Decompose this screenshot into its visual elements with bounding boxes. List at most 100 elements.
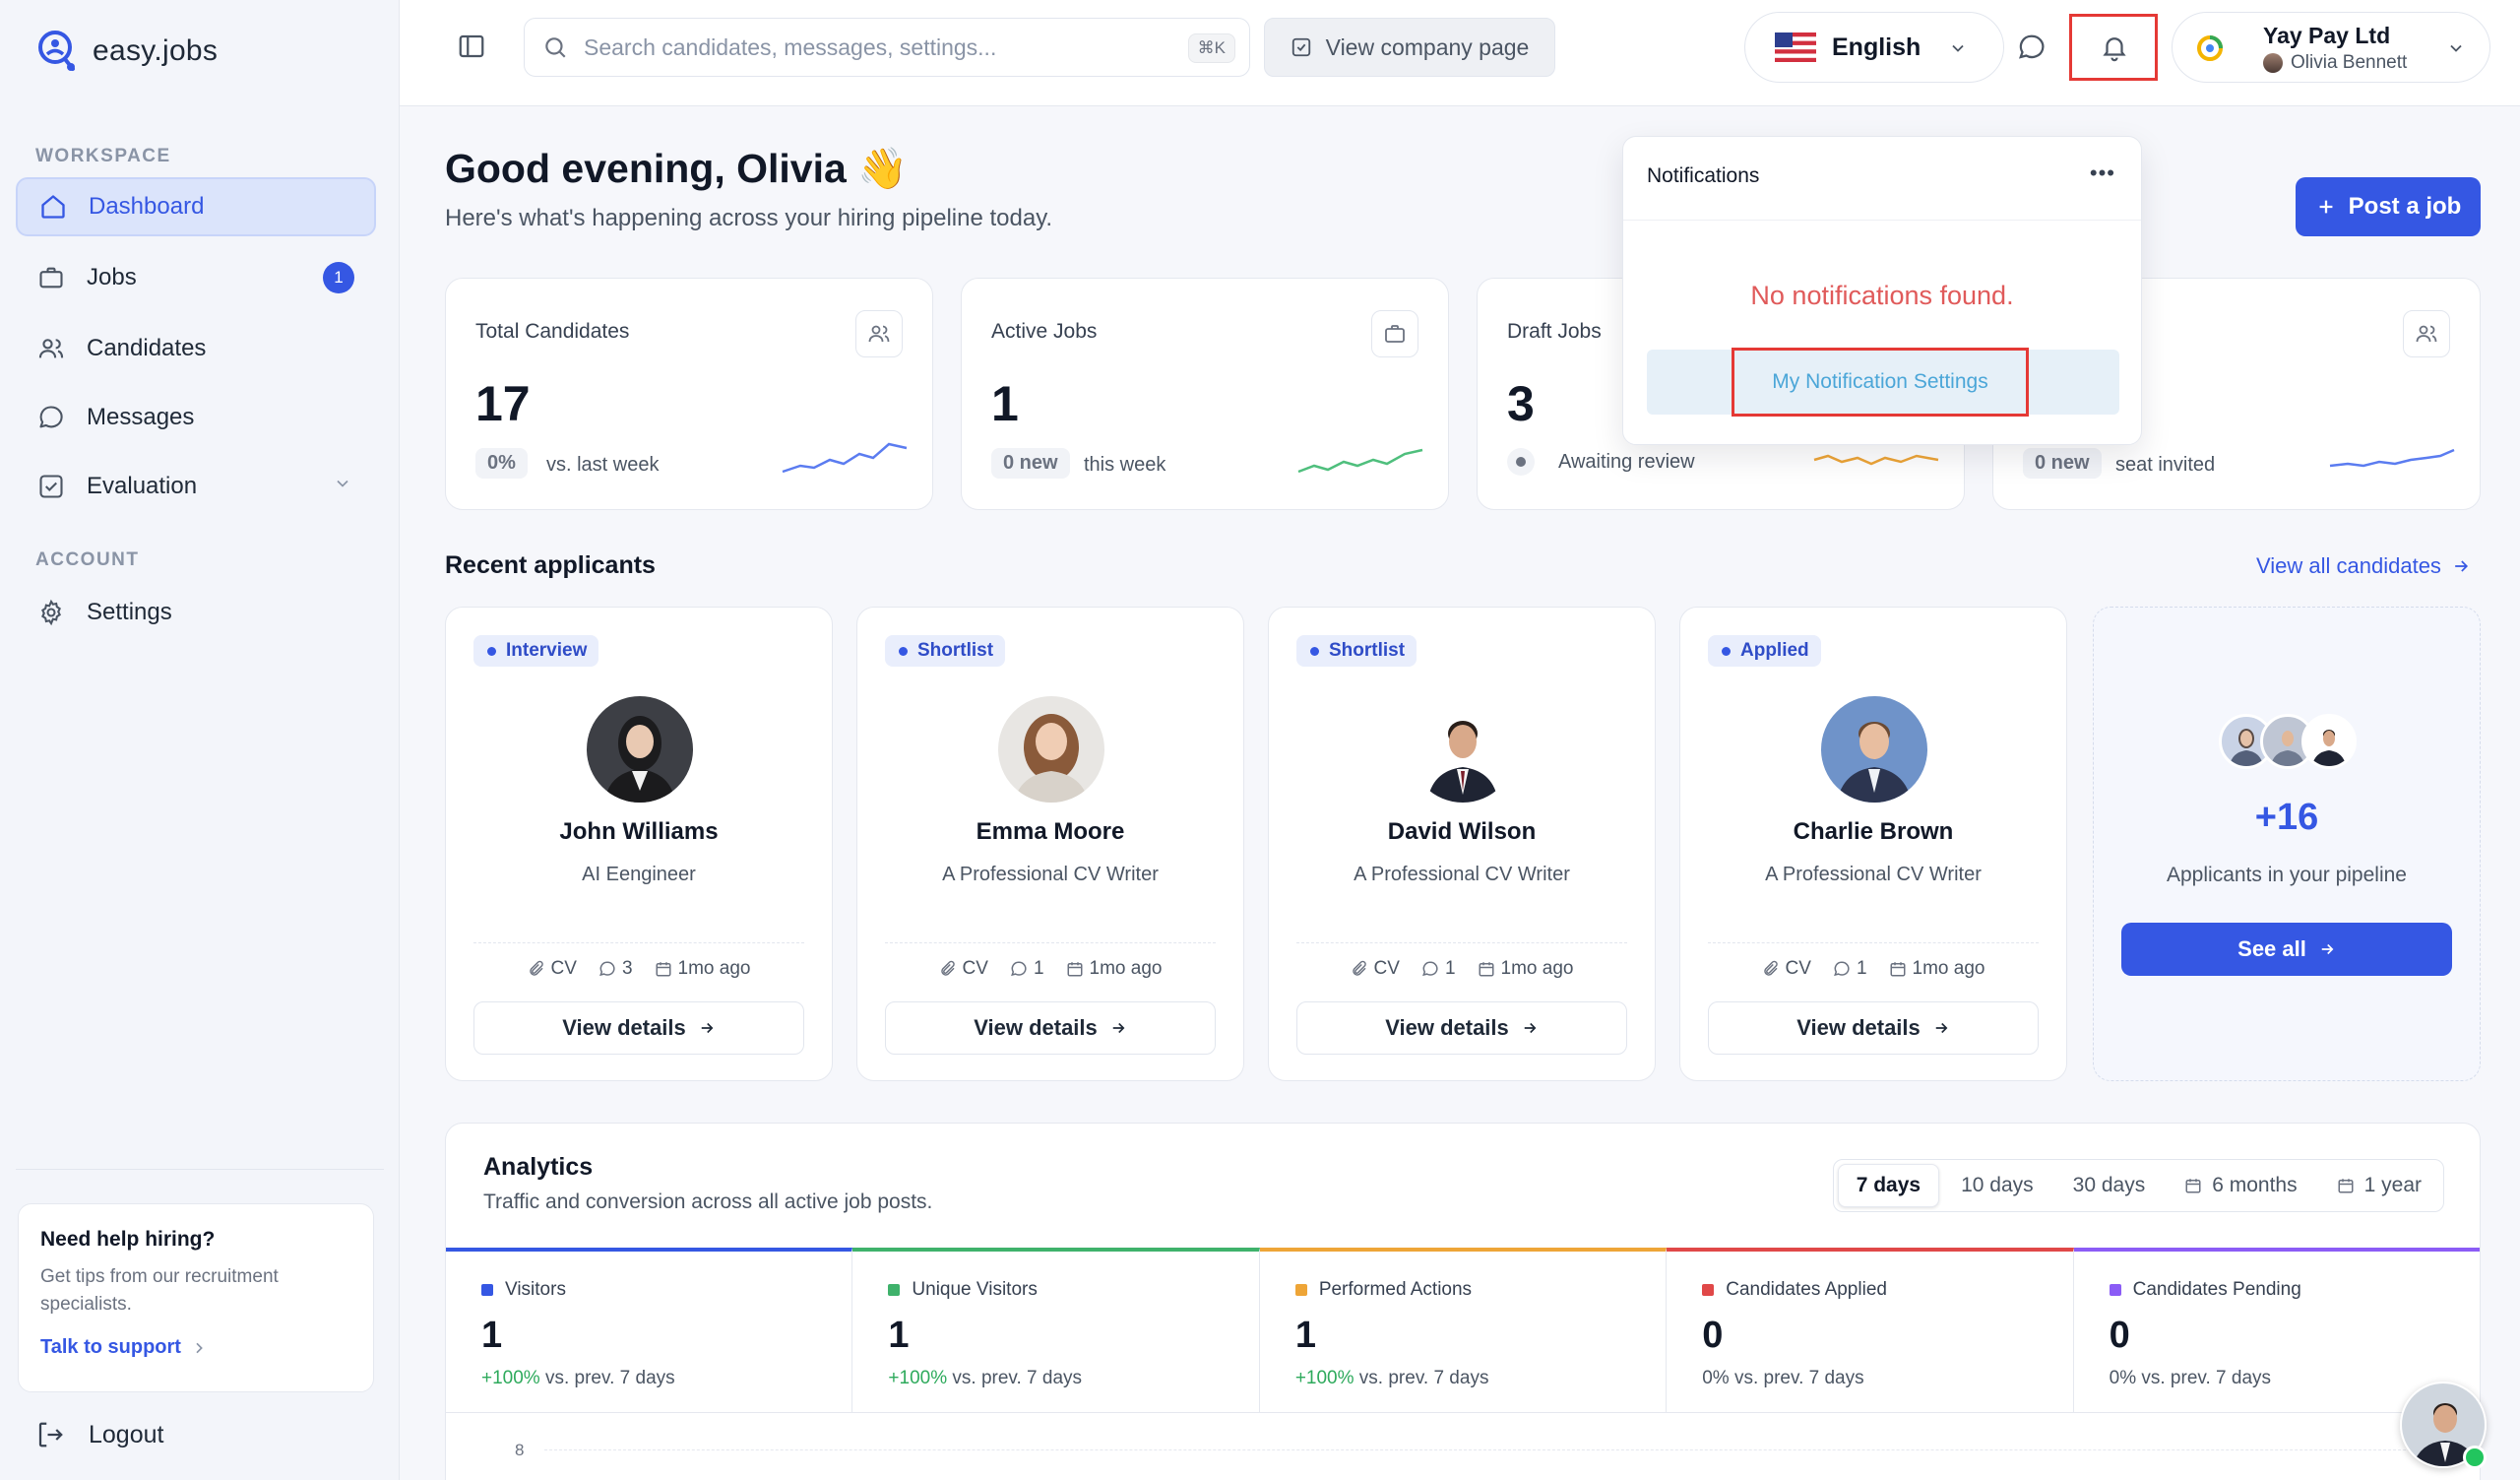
topbar: ⌘K View company page English Yay Pay Ltd…: [400, 0, 2520, 106]
sidebar-item-label: Dashboard: [89, 193, 205, 220]
range-1-year[interactable]: 1 year: [2319, 1164, 2439, 1207]
range-6-months[interactable]: 6 months: [2167, 1164, 2314, 1207]
stat-card-active-jobs: Active Jobs 1 0 new this week: [961, 278, 1449, 510]
range-30-days[interactable]: 30 days: [2055, 1164, 2164, 1207]
calendar-icon: [656, 962, 671, 977]
post-job-button[interactable]: Post a job: [2296, 177, 2481, 236]
applied-time: 1mo ago: [1066, 958, 1162, 980]
calendar-icon: [1479, 962, 1494, 977]
sidebar-toggle-button[interactable]: [457, 32, 486, 66]
notifications-popover: Notifications ••• No notifications found…: [1622, 136, 2142, 445]
comment-icon: [1422, 961, 1438, 977]
applicant-meta: CV 1 1mo ago: [1680, 958, 2066, 980]
view-details-button[interactable]: View details: [473, 1001, 804, 1055]
cv-attachment[interactable]: CV: [939, 958, 988, 980]
stat-note: Awaiting review: [1558, 451, 1695, 473]
applied-time-label: 1mo ago: [1912, 958, 1985, 979]
applicant-name: John Williams: [559, 818, 719, 845]
view-company-page-button[interactable]: View company page: [1264, 18, 1555, 77]
sidebar-item-settings[interactable]: Settings: [16, 583, 376, 642]
search-input[interactable]: [584, 33, 1174, 61]
cv-attachment[interactable]: CV: [528, 958, 577, 980]
status-label: Applied: [1740, 640, 1809, 661]
stat-label: Active Jobs: [991, 320, 1098, 343]
sidebar-item-jobs[interactable]: Jobs 1: [16, 248, 376, 307]
applicant-card: Shortlist Emma Moore A Professional CV W…: [856, 607, 1244, 1081]
applicant-card: Shortlist David Wilson A Professional CV…: [1268, 607, 1656, 1081]
avatar: [587, 696, 693, 803]
metric-change-note: vs. prev. 7 days: [1358, 1368, 1489, 1388]
notification-settings-row: My Notification Settings: [1647, 348, 2119, 417]
sidebar-item-evaluation[interactable]: Evaluation: [16, 457, 376, 516]
metric-label-text: Visitors: [505, 1279, 566, 1300]
account-switcher[interactable]: Yay Pay Ltd Olivia Bennett: [2172, 12, 2490, 83]
view-details-button[interactable]: View details: [885, 1001, 1216, 1055]
metric-change-value: +100%: [481, 1368, 540, 1388]
analytics-panel: Analytics Traffic and conversion across …: [445, 1123, 2481, 1480]
talk-to-support-link[interactable]: Talk to support: [40, 1336, 351, 1359]
jobs-count-badge: 1: [323, 262, 354, 293]
range-label: 1 year: [2363, 1174, 2422, 1196]
cv-attachment[interactable]: CV: [1351, 958, 1400, 980]
page-subtitle: Here's what's happening across your hiri…: [445, 205, 1053, 231]
logo-icon: [38, 31, 75, 71]
range-10-days[interactable]: 10 days: [1943, 1164, 2051, 1207]
help-title: Need help hiring?: [40, 1228, 216, 1251]
avatar: [1821, 696, 1927, 803]
user-name-label: Olivia Bennett: [2291, 52, 2408, 73]
metric-value: 0: [1702, 1315, 1724, 1356]
applied-time: 1mo ago: [1478, 958, 1573, 980]
logo[interactable]: easy.jobs: [33, 28, 218, 75]
metric-label-text: Candidates Applied: [1726, 1279, 1887, 1300]
sidebar-item-messages[interactable]: Messages: [16, 388, 376, 447]
metric-label: Candidates Applied: [1702, 1279, 1887, 1301]
sidebar-item-label: Messages: [87, 404, 195, 430]
view-details-button[interactable]: View details: [1708, 1001, 2039, 1055]
sidebar-toggle-icon: [459, 34, 484, 58]
notifications-button[interactable]: [2069, 14, 2158, 81]
empty-notifications-message: No notifications found.: [1750, 281, 2014, 310]
view-details-label: View details: [1796, 1015, 1921, 1040]
talk-to-support-label: Talk to support: [40, 1336, 181, 1358]
workspace-label: WORKSPACE: [35, 146, 171, 166]
chart-axis-tick: 8: [515, 1441, 525, 1459]
status-badge: Shortlist: [1296, 635, 1418, 667]
us-flag-icon: [1775, 32, 1816, 62]
more-options-button[interactable]: •••: [2090, 161, 2115, 186]
divider: [473, 942, 804, 943]
sidebar-item-candidates[interactable]: Candidates: [16, 319, 376, 378]
arrow-right-icon: [2455, 560, 2468, 572]
sidebar-item-label: Evaluation: [87, 473, 198, 499]
comment-icon: [1834, 961, 1850, 977]
pipeline-card: +16 Applicants in your pipeline See all: [2093, 607, 2481, 1081]
message-icon: [35, 402, 67, 433]
brand-name: easy.jobs: [93, 34, 219, 67]
logout-button[interactable]: Logout: [35, 1420, 163, 1449]
cv-attachment[interactable]: CV: [1762, 958, 1811, 980]
stat-label: Draft Jobs: [1507, 320, 1602, 343]
sparkline: [2329, 448, 2455, 468]
applicant-name: Emma Moore: [976, 818, 1125, 845]
chart-gridline: [544, 1449, 2450, 1450]
metric-visitors: Visitors 1 +100% vs. prev. 7 days: [446, 1248, 853, 1412]
applicant-card: Interview John Williams AI Eengineer CV …: [445, 607, 833, 1081]
see-all-button[interactable]: See all: [2121, 923, 2452, 976]
online-status-dot: [2463, 1446, 2487, 1469]
range-7-days[interactable]: 7 days: [1837, 1164, 1940, 1207]
view-all-candidates-link[interactable]: View all candidates: [2256, 553, 2471, 579]
paperclip-icon: [1763, 960, 1778, 976]
notifications-title: Notifications: [1647, 164, 1760, 187]
messages-button[interactable]: [2010, 26, 2053, 69]
recent-applicants-title: Recent applicants: [445, 551, 656, 579]
status-label: Interview: [506, 640, 588, 661]
sidebar-item-dashboard[interactable]: Dashboard: [16, 177, 376, 236]
comment-icon: [599, 961, 615, 977]
notification-settings-button[interactable]: My Notification Settings: [1732, 348, 2029, 417]
help-card: Need help hiring? Get tips from our recr…: [18, 1203, 374, 1392]
metric-change-note: vs. prev. 7 days: [544, 1368, 675, 1388]
view-details-button[interactable]: View details: [1296, 1001, 1627, 1055]
bell-icon: [2103, 37, 2126, 62]
language-select[interactable]: English: [1744, 12, 2004, 83]
language-label: English: [1832, 32, 1922, 61]
search-bar[interactable]: ⌘K: [524, 18, 1250, 77]
